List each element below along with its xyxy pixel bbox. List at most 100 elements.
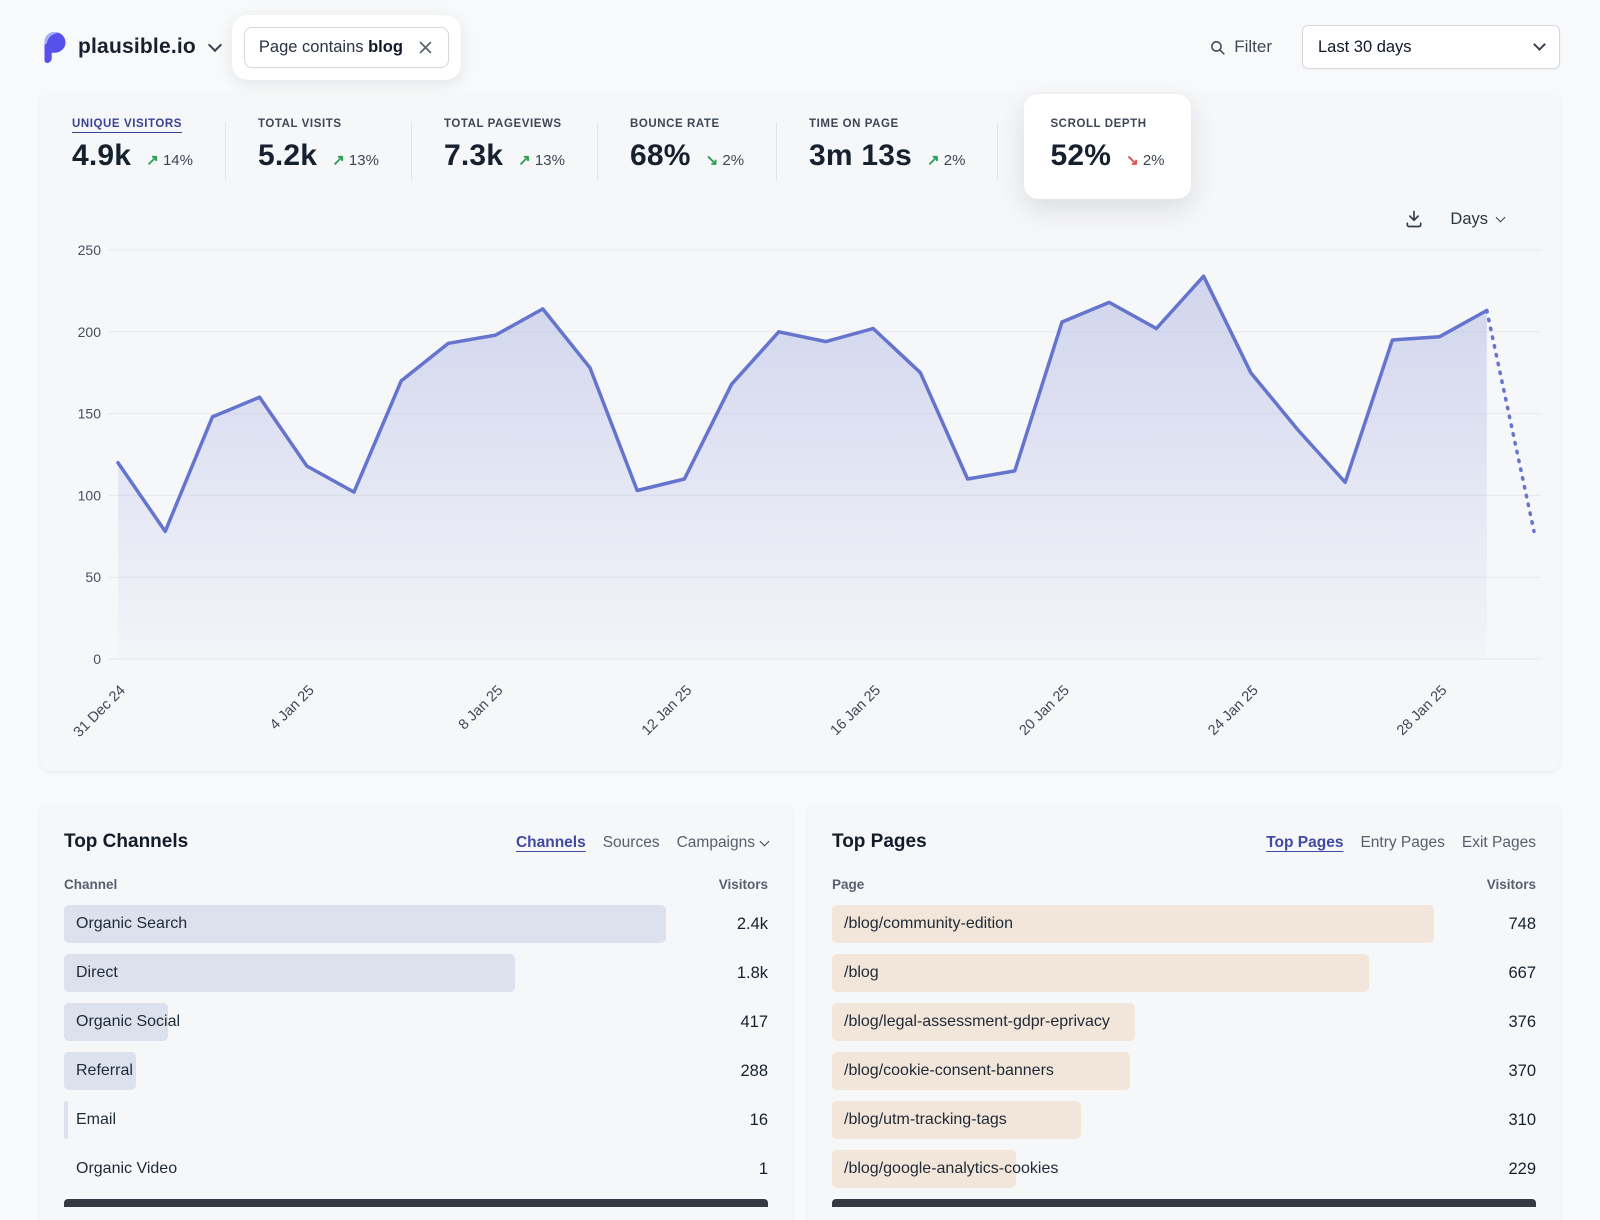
chevron-down-icon <box>1533 38 1546 51</box>
row-label[interactable]: /blog/cookie-consent-banners <box>832 1052 1446 1090</box>
row-label[interactable]: /blog/google-analytics-cookies <box>832 1150 1446 1188</box>
metric-total-pageviews[interactable]: TOTAL PAGEVIEWS7.3k↗ 13% <box>444 118 565 173</box>
metric-label: SCROLL DEPTH <box>1050 118 1164 130</box>
metric-change: ↗ 13% <box>518 151 565 169</box>
row-label[interactable]: Email <box>64 1101 678 1139</box>
metric-scroll-depth[interactable]: SCROLL DEPTH52%↘ 2% <box>1050 118 1164 173</box>
trend-arrow-icon: ↘ <box>1126 152 1139 169</box>
metric-value: 5.2k <box>258 139 317 173</box>
svg-text:0: 0 <box>93 651 101 667</box>
table-row[interactable]: Organic Social417 <box>64 1003 768 1041</box>
visitors-chart[interactable]: 05010015020025031 Dec 244 Jan 258 Jan 25… <box>40 234 1560 747</box>
table-row[interactable]: Organic Video1 <box>64 1150 768 1188</box>
metric-bounce-rate[interactable]: BOUNCE RATE 68% ↘ 2% <box>630 118 744 173</box>
interval-label: Days <box>1450 210 1488 229</box>
card-title: Top Pages <box>832 831 927 853</box>
row-label[interactable]: Organic Video <box>64 1150 678 1188</box>
top-channels-card: Top Channels Channels Sources Campaigns … <box>40 805 792 1220</box>
active-filter-pill[interactable]: Page contains blog <box>244 27 449 68</box>
pages-tabs: Top Pages Entry Pages Exit Pages <box>1266 834 1536 852</box>
column-visitors: Visitors <box>719 877 768 892</box>
stat-divider <box>997 122 998 180</box>
tab-campaigns[interactable]: Campaigns <box>677 834 768 852</box>
row-value: 229 <box>1446 1160 1536 1179</box>
plausible-logo-icon <box>40 31 67 63</box>
table-row[interactable]: /blog/utm-tracking-tags310 <box>832 1101 1536 1139</box>
svg-text:31 Dec 24: 31 Dec 24 <box>71 683 129 741</box>
pages-list: /blog/community-edition748/blog667/blog/… <box>832 905 1536 1188</box>
row-value: 376 <box>1446 1013 1536 1032</box>
stat-divider <box>776 122 777 180</box>
svg-text:20 Jan 25: 20 Jan 25 <box>1016 683 1072 739</box>
table-row[interactable]: /blog/community-edition748 <box>832 905 1536 943</box>
remove-filter-icon[interactable] <box>417 39 434 56</box>
trend-arrow-icon: ↗ <box>332 152 345 169</box>
analytics-panel: UNIQUE VISITORS4.9k↗ 14%TOTAL VISITS5.2k… <box>40 94 1560 771</box>
metric-unique-visitors[interactable]: UNIQUE VISITORS4.9k↗ 14% <box>72 118 193 173</box>
trend-arrow-icon: ↘ <box>706 152 719 169</box>
svg-text:150: 150 <box>78 406 102 422</box>
table-row[interactable]: Referral288 <box>64 1052 768 1090</box>
trend-arrow-icon: ↗ <box>927 152 940 169</box>
row-label[interactable]: /blog/community-edition <box>832 905 1446 943</box>
metric-label: UNIQUE VISITORS <box>72 118 193 130</box>
tab-top-pages[interactable]: Top Pages <box>1266 834 1343 852</box>
table-row[interactable]: Organic Search2.4k <box>64 905 768 943</box>
svg-text:200: 200 <box>78 324 102 340</box>
trend-arrow-icon: ↗ <box>146 152 159 169</box>
tab-channels[interactable]: Channels <box>516 834 586 852</box>
table-row[interactable]: Email16 <box>64 1101 768 1139</box>
interval-select[interactable]: Days <box>1450 210 1504 229</box>
svg-text:4 Jan 25: 4 Jan 25 <box>267 683 318 734</box>
chart-controls: Days <box>40 190 1560 234</box>
filter-button[interactable]: Filter <box>1209 37 1272 57</box>
row-label[interactable]: Organic Social <box>64 1003 678 1041</box>
svg-text:28 Jan 25: 28 Jan 25 <box>1394 683 1450 739</box>
row-label[interactable]: /blog/utm-tracking-tags <box>832 1101 1446 1139</box>
table-row[interactable]: Direct1.8k <box>64 954 768 992</box>
table-row[interactable]: /blog667 <box>832 954 1536 992</box>
column-visitors: Visitors <box>1487 877 1536 892</box>
site-name: plausible.io <box>78 35 196 59</box>
scroll-depth-highlight: SCROLL DEPTH52%↘ 2% <box>1024 94 1190 199</box>
column-page: Page <box>832 877 864 892</box>
chevron-down-icon <box>208 37 222 51</box>
metric-change: ↘ 2% <box>706 151 744 169</box>
tab-exit-pages[interactable]: Exit Pages <box>1462 834 1536 852</box>
svg-text:8 Jan 25: 8 Jan 25 <box>456 683 507 734</box>
svg-text:12 Jan 25: 12 Jan 25 <box>639 683 695 739</box>
trend-arrow-icon: ↗ <box>518 152 531 169</box>
metric-label: TOTAL PAGEVIEWS <box>444 118 565 130</box>
site-switcher[interactable]: plausible.io <box>40 31 220 63</box>
row-value: 417 <box>678 1013 768 1032</box>
search-icon <box>1209 39 1226 56</box>
metrics-row: UNIQUE VISITORS4.9k↗ 14%TOTAL VISITS5.2k… <box>40 94 1560 190</box>
metric-time-on-page[interactable]: TIME ON PAGE3m 13s↗ 2% <box>809 118 965 173</box>
metric-change: ↗ 14% <box>146 151 193 169</box>
next-row-cutoff <box>64 1199 768 1207</box>
row-value: 370 <box>1446 1062 1536 1081</box>
metric-total-visits[interactable]: TOTAL VISITS5.2k↗ 13% <box>258 118 379 173</box>
tab-entry-pages[interactable]: Entry Pages <box>1360 834 1444 852</box>
row-label[interactable]: Direct <box>64 954 678 992</box>
tab-sources[interactable]: Sources <box>603 834 660 852</box>
channels-list: Organic Search2.4k Direct1.8k Organic Soci… <box>64 905 768 1188</box>
row-value: 748 <box>1446 915 1536 934</box>
table-row[interactable]: /blog/legal-assessment-gdpr-eprivacy376 <box>832 1003 1536 1041</box>
top-pages-card: Top Pages Top Pages Entry Pages Exit Pag… <box>808 805 1560 1220</box>
row-label[interactable]: /blog/legal-assessment-gdpr-eprivacy <box>832 1003 1446 1041</box>
row-label[interactable]: Referral <box>64 1052 678 1090</box>
table-row[interactable]: /blog/cookie-consent-banners370 <box>832 1052 1536 1090</box>
metric-value: 68% <box>630 139 691 173</box>
metric-label: BOUNCE RATE <box>630 118 744 130</box>
svg-text:50: 50 <box>85 569 101 585</box>
download-icon[interactable] <box>1404 209 1424 229</box>
row-label[interactable]: Organic Search <box>64 905 678 943</box>
row-label[interactable]: /blog <box>832 954 1446 992</box>
row-value: 16 <box>678 1111 768 1130</box>
chevron-down-icon <box>1496 213 1506 223</box>
next-row-cutoff <box>832 1199 1536 1207</box>
row-value: 288 <box>678 1062 768 1081</box>
table-row[interactable]: /blog/google-analytics-cookies229 <box>832 1150 1536 1188</box>
date-range-select[interactable]: Last 30 days <box>1302 25 1560 69</box>
